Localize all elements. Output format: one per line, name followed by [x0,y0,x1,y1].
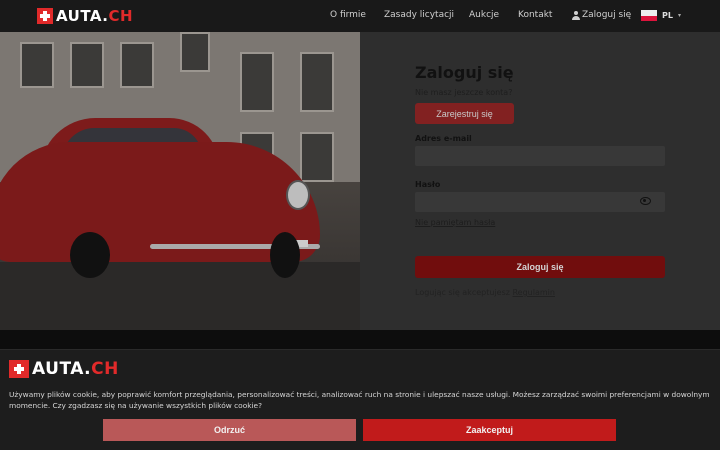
password-label: Hasło [415,180,441,189]
register-button[interactable]: Zarejestruj się [415,103,514,124]
email-label: Adres e-mail [415,134,472,143]
swiss-cross-icon [9,360,29,378]
nav-link-auctions[interactable]: Aukcje [469,10,499,20]
login-submit-button[interactable]: Zaloguj się [415,256,665,278]
cookie-consent-text: Używamy plików cookie, aby poprawić komf… [9,390,710,410]
nav-link-auction-rules[interactable]: Zasady licytacji [384,10,454,20]
login-title: Zaloguj się [415,63,514,82]
user-icon [572,10,580,20]
logo-text: AUTA.CH [56,7,134,25]
no-account-text: Nie masz jeszcze konta? [415,88,513,97]
language-label: PL [662,11,673,20]
nav-link-contact[interactable]: Kontakt [518,10,552,20]
poland-flag-icon [641,10,657,21]
cookie-banner-logo: AUTA.CH [9,360,119,378]
swiss-cross-icon [37,8,53,24]
nav-login-link[interactable]: Zaloguj się [572,10,631,20]
site-logo[interactable]: AUTA.CH [37,8,133,24]
forgot-password-link[interactable]: Nie pamiętam hasła [415,218,495,227]
terms-link[interactable]: Regulamin [512,288,554,297]
nav-login-label: Zaloguj się [582,10,632,20]
top-navbar: AUTA.CH O firmie Zasady licytacji Aukcje… [0,0,720,32]
reject-cookies-button[interactable]: Odrzuć [103,419,356,441]
eye-icon[interactable] [640,197,651,205]
login-panel [360,32,720,330]
password-field[interactable] [415,192,665,212]
language-selector[interactable]: PL ▾ [641,10,681,21]
terms-prefix: Logując się akceptujesz [415,288,510,297]
hero-car-photo [0,32,360,330]
nav-link-about[interactable]: O firmie [330,10,366,20]
cookie-logo-text: AUTA.CH [32,359,119,379]
chevron-down-icon: ▾ [677,12,681,19]
terms-text: Logując się akceptujesz Regulamin [415,288,555,297]
accept-cookies-button[interactable]: Zaakceptuj [363,419,616,441]
email-field[interactable] [415,146,665,166]
